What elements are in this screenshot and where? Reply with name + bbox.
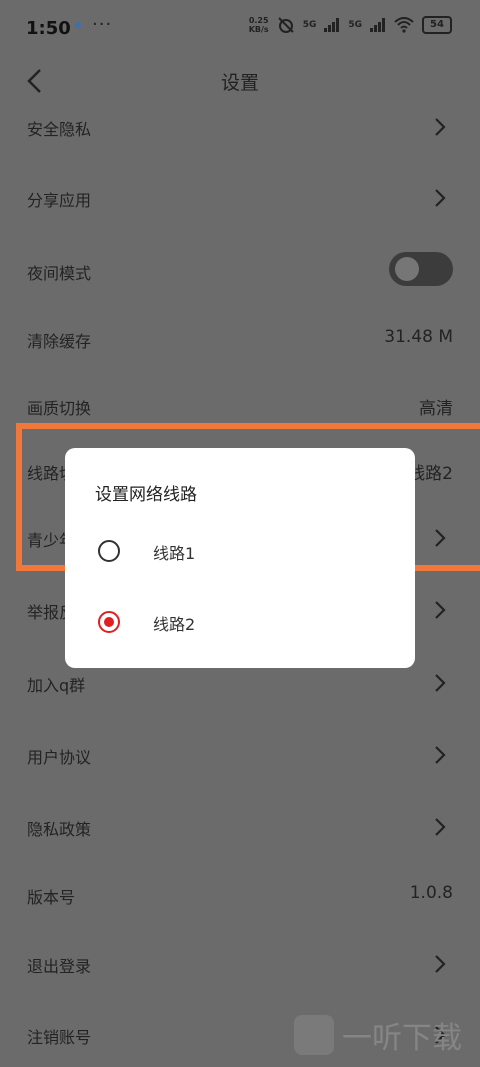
network-line-dialog: 设置网络线路 线路1 线路2 (65, 448, 415, 668)
settings-row-security[interactable]: 安全隐私 (0, 107, 480, 147)
radio-unselected-icon[interactable] (98, 540, 120, 562)
version-value: 1.0.8 (409, 883, 453, 903)
speed-value: 0.25 (248, 16, 269, 25)
notification-dot-icon (75, 22, 81, 28)
chevron-right-icon (435, 189, 446, 207)
cache-size: 31.48 M (384, 327, 453, 347)
watermark-text: 一听下载 (342, 1021, 462, 1056)
row-label: 画质切换 (27, 399, 92, 418)
row-label: 加入q群 (27, 676, 86, 695)
row-label: 隐私政策 (27, 820, 92, 839)
more-notifications-icon: ··· (92, 14, 113, 35)
radio-selected-icon[interactable] (98, 611, 120, 633)
row-label: 夜间模式 (27, 264, 92, 283)
line-option-2[interactable]: 线路2 (65, 601, 415, 641)
settings-row-night-mode: 夜间模式 (0, 251, 480, 291)
watermark: 一听下载 (294, 1013, 462, 1057)
night-mode-toggle[interactable] (389, 252, 453, 286)
row-label: 版本号 (27, 888, 76, 907)
settings-row-share[interactable]: 分享应用 (0, 178, 480, 218)
quality-value: 高清 (419, 399, 453, 419)
row-label: 分享应用 (27, 191, 92, 210)
settings-row-join-group[interactable]: 加入q群 (0, 663, 480, 703)
battery-icon: 54 (422, 16, 452, 34)
option-label: 线路1 (153, 544, 196, 563)
option-label: 线路2 (153, 615, 196, 634)
settings-row-clear-cache[interactable]: 清除缓存 31.48 M (0, 319, 480, 359)
signal-bars-icon (370, 18, 385, 32)
settings-row-version: 版本号 1.0.8 (0, 875, 480, 915)
row-label: 退出登录 (27, 957, 92, 976)
dialog-title: 设置网络线路 (95, 485, 197, 505)
status-right: 0.25 KB/s 5G 5G 54 (249, 16, 452, 34)
chevron-right-icon (435, 818, 446, 836)
page-title: 设置 (220, 72, 259, 94)
chevron-right-icon (435, 955, 446, 973)
settings-row-logout[interactable]: 退出登录 (0, 944, 480, 984)
status-bar: 1:50 ··· 0.25 KB/s 5G 5G 54 (0, 0, 480, 58)
network-speed: 0.25 KB/s (249, 16, 269, 34)
line-option-1[interactable]: 线路1 (65, 530, 415, 570)
signal-2-label: 5G (348, 20, 362, 30)
signal-1-label: 5G (302, 20, 317, 30)
chevron-right-icon (435, 601, 446, 619)
row-label: 用户协议 (27, 748, 92, 767)
status-time: 1:50 (26, 18, 71, 39)
alarm-off-icon (277, 17, 294, 33)
signal-bars-icon (324, 18, 340, 32)
settings-row-user-agreement[interactable]: 用户协议 (0, 735, 480, 775)
header: 设置 (0, 58, 480, 102)
chevron-right-icon (435, 746, 446, 764)
chevron-right-icon (435, 674, 446, 692)
toggle-knob (395, 257, 419, 281)
watermark-logo-icon (294, 1015, 334, 1055)
chevron-right-icon (435, 118, 446, 136)
row-label: 安全隐私 (27, 120, 92, 139)
row-label: 注销账号 (27, 1028, 92, 1047)
wifi-icon (394, 17, 414, 33)
settings-row-privacy-policy[interactable]: 隐私政策 (0, 807, 480, 847)
speed-unit: KB/s (248, 25, 269, 34)
row-label: 清除缓存 (27, 332, 92, 351)
settings-row-quality[interactable]: 画质切换 高清 (0, 386, 480, 426)
